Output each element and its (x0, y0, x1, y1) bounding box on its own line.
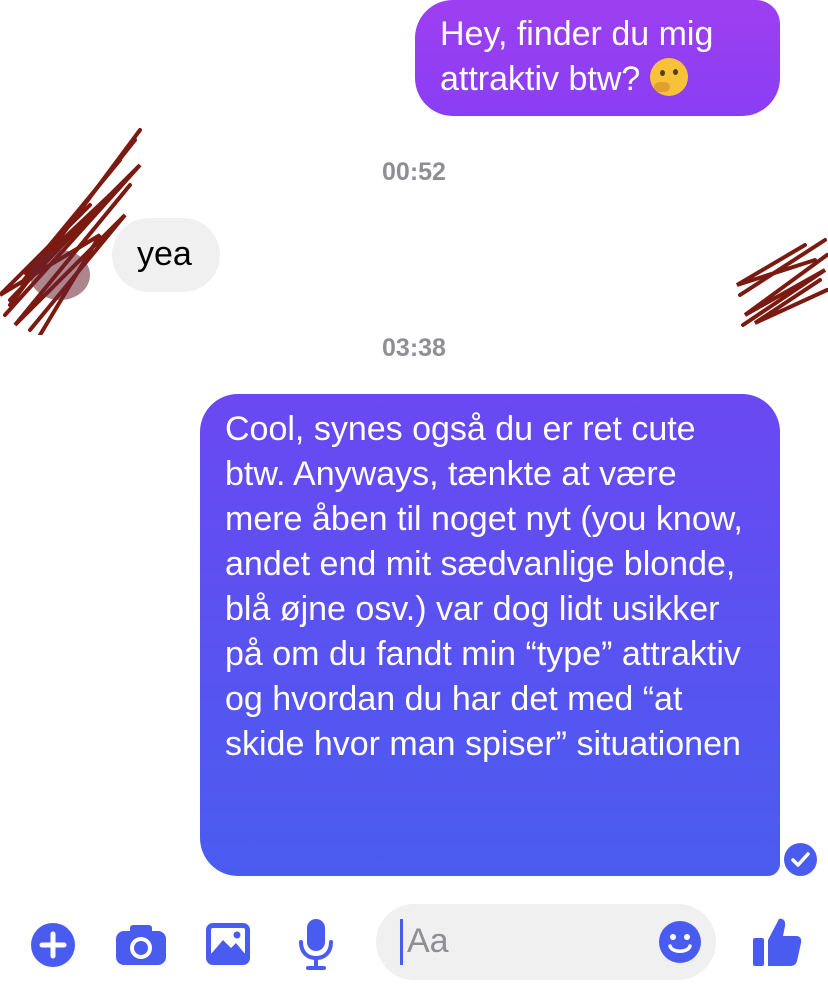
message-text: yea (137, 235, 192, 273)
message-text: Cool, synes også du er ret cute btw. Any… (225, 410, 743, 763)
camera-icon[interactable] (115, 924, 167, 966)
text-caret (400, 919, 403, 965)
seen-check-icon (784, 843, 817, 876)
incoming-message-bubble[interactable]: yea (112, 218, 220, 292)
message-input-placeholder: Aa (407, 922, 449, 960)
outgoing-message-bubble[interactable]: Hey, finder du mig attraktiv btw? (415, 0, 780, 116)
image-icon[interactable] (205, 922, 251, 966)
thumbs-up-icon[interactable] (752, 916, 802, 968)
outgoing-message-bubble[interactable]: Cool, synes også du er ret cute btw. Any… (200, 394, 780, 876)
microphone-icon[interactable] (298, 918, 334, 970)
message-input[interactable]: Aa (376, 904, 716, 980)
emoji-icon[interactable] (658, 920, 702, 964)
timestamp: 03:38 (382, 334, 446, 362)
redaction-scribble (735, 238, 828, 327)
thinking-face-emoji-icon (649, 58, 688, 96)
plus-circle-icon[interactable] (30, 922, 76, 968)
